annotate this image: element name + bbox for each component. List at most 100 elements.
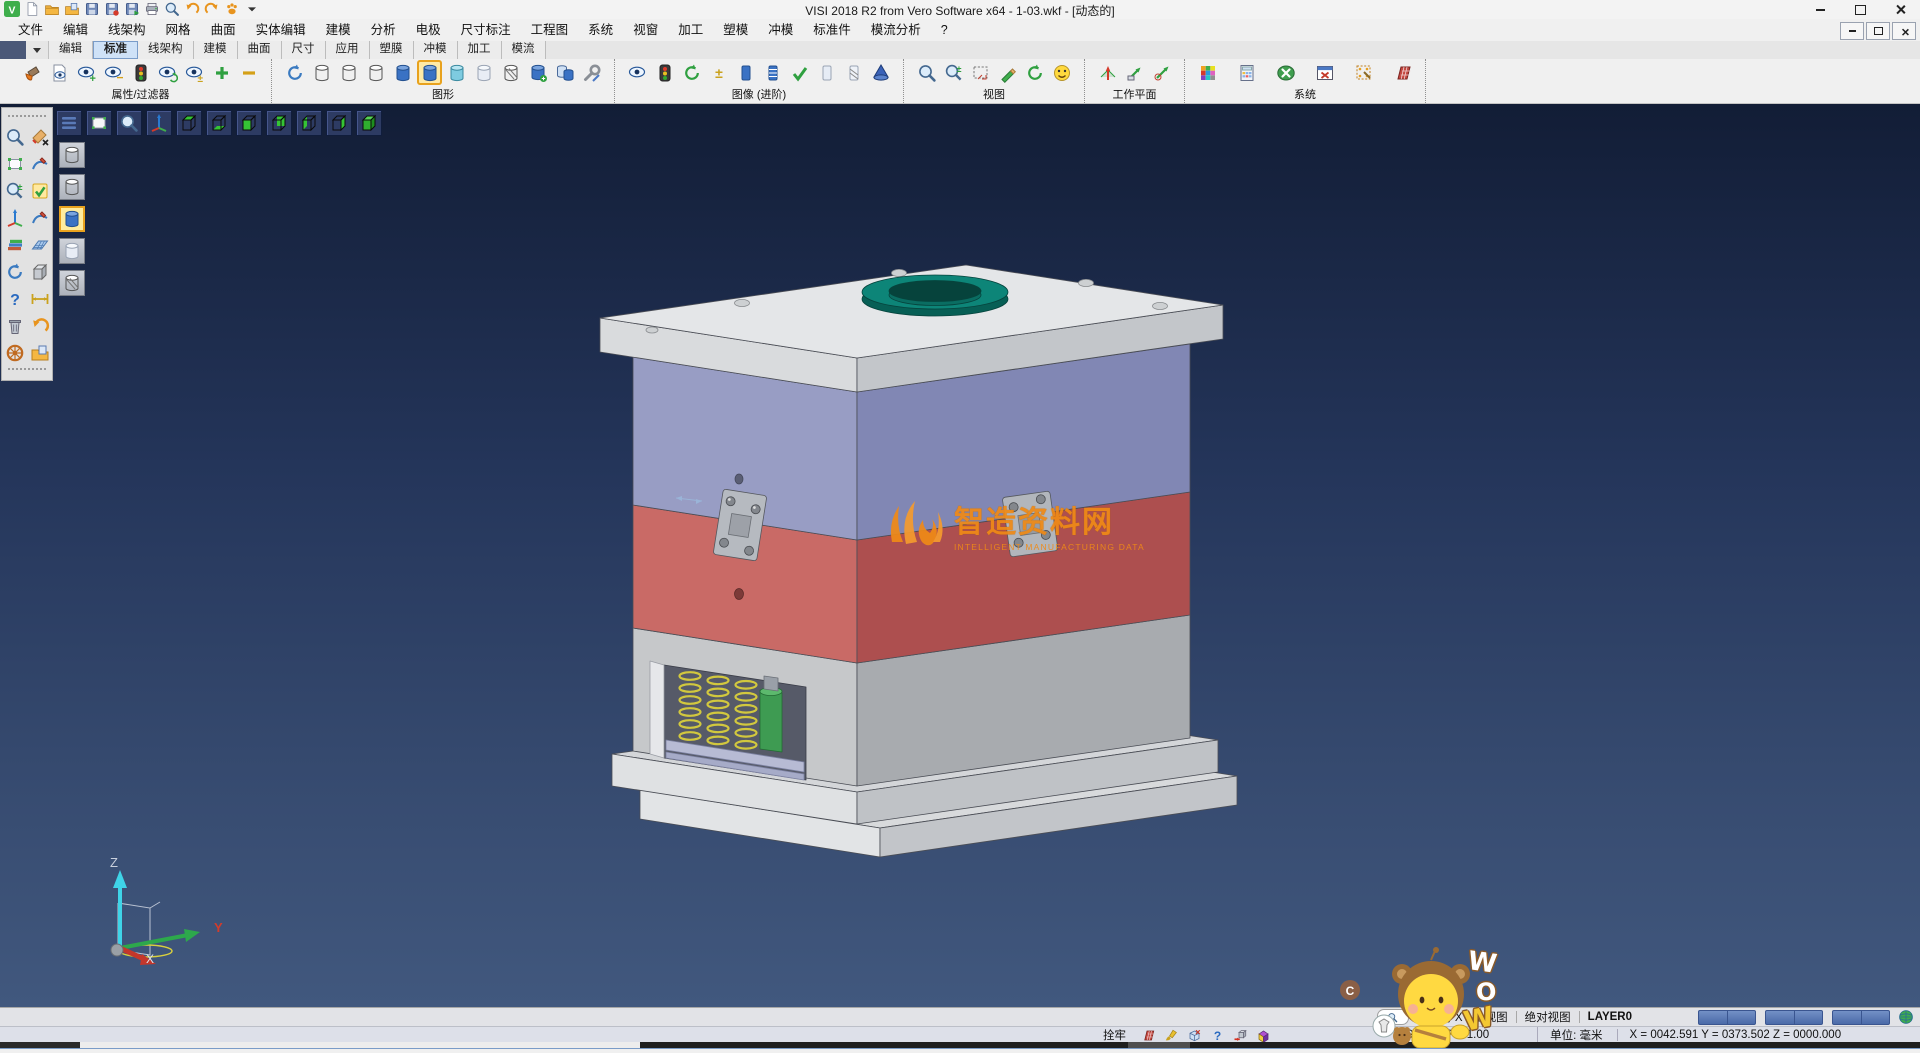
dynamic-wcs-icon[interactable]: [3, 206, 26, 229]
layer-swatch[interactable]: [1698, 1010, 1756, 1025]
view-ghost-icon[interactable]: [471, 60, 496, 85]
document-minimize-button[interactable]: [1840, 22, 1864, 40]
filter-manager-icon[interactable]: [128, 60, 153, 85]
window-manager-icon[interactable]: [1312, 60, 1337, 85]
zoom-dynamic-icon[interactable]: [116, 110, 142, 136]
color-table-icon[interactable]: [1195, 60, 1220, 85]
view-dashed-hidden-icon[interactable]: [363, 60, 388, 85]
calculator-icon[interactable]: [1234, 60, 1259, 85]
coordinate-system-label[interactable]: 绝对视图: [1525, 1009, 1571, 1025]
tab-overflow-button[interactable]: [26, 41, 49, 59]
menu-item[interactable]: 线架构: [98, 19, 156, 41]
menu-item[interactable]: 塑模: [713, 19, 758, 41]
view-bottom-icon[interactable]: [206, 110, 232, 136]
display-shaded-icon[interactable]: [59, 206, 85, 232]
modify-attributes-icon[interactable]: [20, 60, 45, 85]
display-hidden-line-icon[interactable]: [59, 174, 85, 200]
menu-item[interactable]: 曲面: [201, 19, 246, 41]
view-transparent-icon[interactable]: [444, 60, 469, 85]
search-button[interactable]: [1377, 1009, 1409, 1025]
view-wireframe-icon[interactable]: [309, 60, 334, 85]
view-isometric-icon[interactable]: [356, 110, 382, 136]
view-top-icon[interactable]: [176, 110, 202, 136]
menu-item[interactable]: 编辑: [53, 19, 98, 41]
advanced-filter-icon[interactable]: [625, 60, 650, 85]
snap-settings-icon[interactable]: [1351, 60, 1376, 85]
zoom-window-icon[interactable]: ±: [941, 60, 966, 85]
context-help-icon[interactable]: ?: [3, 287, 26, 310]
window-maximize-button[interactable]: [1840, 0, 1880, 19]
sketch-view-icon[interactable]: [995, 60, 1020, 85]
measure-distance-icon[interactable]: [28, 287, 51, 310]
workplane-by-view-icon[interactable]: [1149, 60, 1174, 85]
axonometric-view-icon[interactable]: [968, 60, 993, 85]
menu-item[interactable]: 尺寸标注: [451, 19, 521, 41]
tab-item[interactable]: 标准: [93, 41, 138, 59]
tab-item[interactable]: 塑膜: [370, 41, 414, 59]
view-hidden-line-icon[interactable]: [336, 60, 361, 85]
display-hatched-icon[interactable]: [59, 270, 85, 296]
tab-item[interactable]: 应用: [326, 41, 370, 59]
document-restore-button[interactable]: [1866, 22, 1890, 40]
confirm-selection-icon[interactable]: [28, 179, 51, 202]
bar-striped-icon[interactable]: [760, 60, 785, 85]
tab-item[interactable]: 线架构: [138, 41, 194, 59]
quick-help-icon[interactable]: ?: [1209, 1027, 1225, 1043]
view-standard-plane-icon[interactable]: [86, 110, 112, 136]
menu-item[interactable]: ?: [931, 19, 958, 41]
globe-icon[interactable]: [1898, 1009, 1914, 1025]
view-hatched-icon[interactable]: [498, 60, 523, 85]
menu-item[interactable]: 实体编辑: [246, 19, 316, 41]
spline-edit-icon[interactable]: [28, 206, 51, 229]
open-drawing-icon[interactable]: [28, 341, 51, 364]
advanced-refresh-icon[interactable]: [679, 60, 704, 85]
delete-elements-icon[interactable]: [3, 314, 26, 337]
view-regen-icon[interactable]: [3, 260, 26, 283]
window-minimize-button[interactable]: [1800, 0, 1840, 19]
solid-preview-icon[interactable]: [28, 260, 51, 283]
regenerate-graphics-icon[interactable]: [282, 60, 307, 85]
menu-item[interactable]: 模流分析: [861, 19, 931, 41]
display-wireframe-icon[interactable]: [59, 142, 85, 168]
tab-item[interactable]: 曲面: [238, 41, 282, 59]
attributes-by-element-icon[interactable]: [47, 60, 72, 85]
filter-refresh-icon[interactable]: [155, 60, 180, 85]
tab-item[interactable]: 建模: [194, 41, 238, 59]
redraw-marker-icon[interactable]: [1232, 1027, 1248, 1043]
menu-item[interactable]: 视窗: [623, 19, 668, 41]
render-quality-icon[interactable]: [1049, 60, 1074, 85]
menu-item[interactable]: 系统: [578, 19, 623, 41]
view-front-icon[interactable]: [236, 110, 262, 136]
bar-shaded-icon[interactable]: [733, 60, 758, 85]
view-shaded-edges-icon[interactable]: [417, 60, 442, 85]
display-ghost-icon[interactable]: [59, 238, 85, 264]
menu-item[interactable]: 网格: [156, 19, 201, 41]
viewbar-menu-icon[interactable]: [56, 110, 82, 136]
workplane-standard-icon[interactable]: [1095, 60, 1120, 85]
window-close-button[interactable]: [1880, 0, 1920, 19]
layer-swatch[interactable]: [1832, 1010, 1890, 1025]
selection-box-icon[interactable]: [3, 152, 26, 175]
view-left-icon[interactable]: [296, 110, 322, 136]
render-cone-icon[interactable]: [868, 60, 893, 85]
advanced-invert-icon[interactable]: ±: [706, 60, 731, 85]
view-shaded-icon[interactable]: [390, 60, 415, 85]
tab-item[interactable]: 编辑: [49, 41, 93, 59]
menu-item[interactable]: 电极: [406, 19, 451, 41]
menu-item[interactable]: 文件: [8, 19, 53, 41]
validate-shading-icon[interactable]: [787, 60, 812, 85]
tab-item[interactable]: 尺寸: [282, 41, 326, 59]
tab-item[interactable]: 模流: [502, 41, 546, 59]
layer-swatch[interactable]: [1765, 1010, 1823, 1025]
menu-item[interactable]: 标准件: [803, 19, 861, 41]
zoom-extents-icon[interactable]: [914, 60, 939, 85]
lock-toggle[interactable]: 拴牢: [1103, 1027, 1126, 1043]
menu-item[interactable]: 加工: [668, 19, 713, 41]
view-back-icon[interactable]: [266, 110, 292, 136]
menu-item[interactable]: 冲模: [758, 19, 803, 41]
menu-item[interactable]: 分析: [361, 19, 406, 41]
grid-settings-icon[interactable]: [1390, 60, 1415, 85]
system-settings-icon[interactable]: [1273, 60, 1298, 85]
view-update-icon[interactable]: [1022, 60, 1047, 85]
shading-copy-icon[interactable]: [552, 60, 577, 85]
